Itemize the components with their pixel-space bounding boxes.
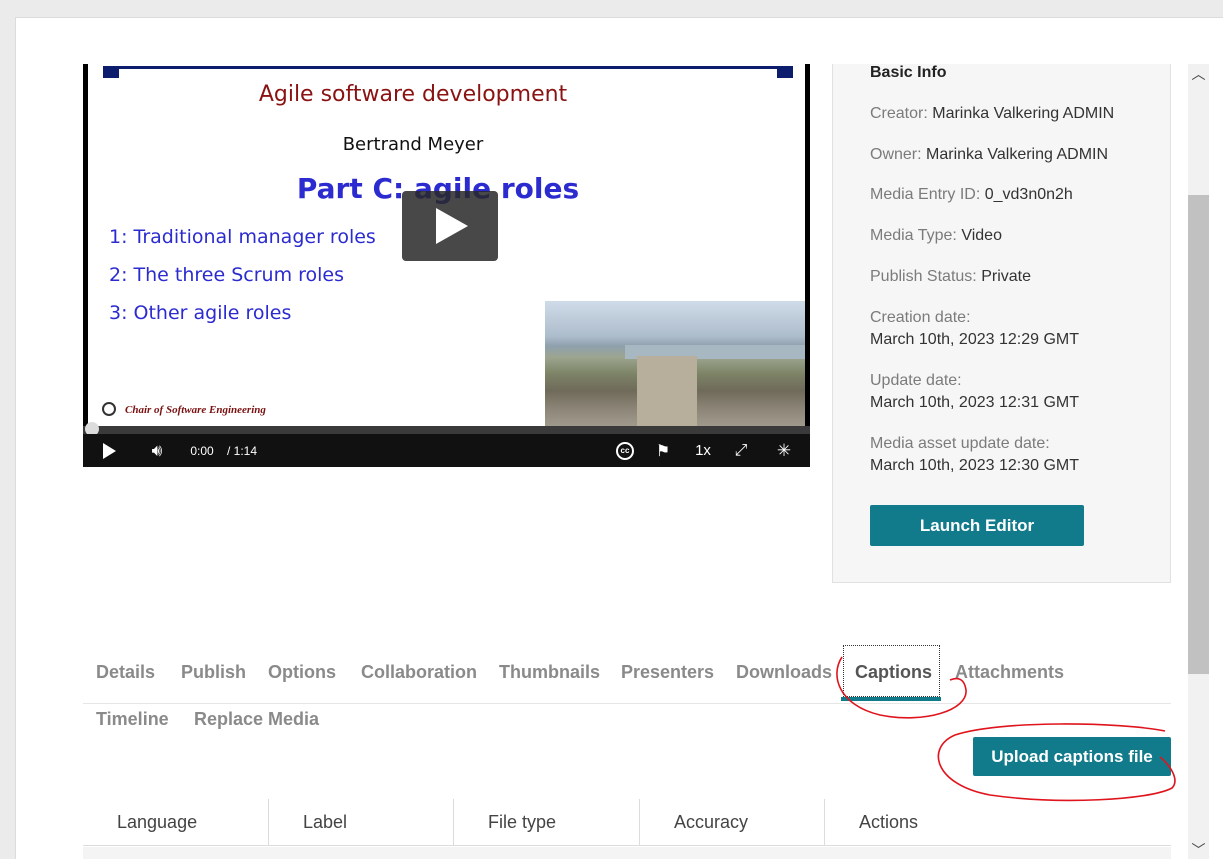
entry-id-key: Media Entry ID:	[870, 186, 981, 203]
kaltura-logo[interactable]: ✳	[773, 434, 795, 467]
update-date-row: Update date: March 10th, 2023 12:31 GMT	[870, 370, 1079, 414]
chair-logo-icon	[102, 402, 116, 416]
fullscreen-button[interactable]: ⤢	[731, 434, 751, 467]
scrollbar[interactable]: ︿ ﹀	[1188, 64, 1209, 859]
scroll-up-icon[interactable]: ︿	[1188, 64, 1209, 84]
slide-item: 2: The three Scrum roles	[109, 264, 345, 286]
asset-update-date-row: Media asset update date: March 10th, 2023…	[870, 433, 1079, 477]
slide-author: Bertrand Meyer	[342, 134, 484, 155]
tab-timeline[interactable]: Timeline	[96, 709, 169, 730]
media-type-key: Media Type:	[870, 227, 957, 244]
kaltura-logo-icon: ✳	[776, 440, 792, 460]
creator-row: Creator: Marinka Valkering ADMIN	[870, 103, 1114, 125]
big-play-button[interactable]	[402, 191, 498, 261]
owner-key: Owner:	[870, 146, 922, 163]
publish-status-key: Publish Status:	[870, 268, 977, 285]
flag-icon: ⚑	[655, 442, 671, 460]
tab-attachments[interactable]: Attachments	[955, 662, 1064, 683]
page: Agile software development Bertrand Meye…	[15, 17, 1223, 859]
entry-id-value: 0_vd3n0n2h	[984, 186, 1073, 203]
slide-item: 1: Traditional manager roles	[109, 226, 376, 248]
column-label[interactable]: Label	[269, 799, 454, 846]
tab-publish[interactable]: Publish	[181, 662, 246, 683]
play-icon	[436, 208, 468, 244]
media-type-row: Media Type: Video	[870, 225, 1002, 247]
update-date-value: March 10th, 2023 12:31 GMT	[870, 394, 1079, 411]
asset-update-date-value: March 10th, 2023 12:30 GMT	[870, 457, 1079, 474]
photo-building	[637, 356, 697, 426]
speaker-icon: 🔊︎	[151, 440, 163, 460]
slide-footer: Chair of Software Engineering	[125, 404, 266, 416]
tab-focus-outline	[843, 645, 940, 697]
creation-date-key: Creation date:	[870, 309, 971, 326]
tab-presenters[interactable]: Presenters	[621, 662, 714, 683]
play-icon	[102, 442, 116, 459]
cc-icon: cc	[616, 441, 634, 460]
basic-info-heading: Basic Info	[870, 64, 947, 81]
scroll-down-icon[interactable]: ﹀	[1188, 840, 1209, 859]
tab-replace-media[interactable]: Replace Media	[194, 709, 319, 730]
creation-date-value: March 10th, 2023 12:29 GMT	[870, 331, 1079, 348]
tabs-divider	[83, 703, 1171, 704]
tab-collaboration[interactable]: Collaboration	[361, 662, 477, 683]
owner-value: Marinka Valkering ADMIN	[926, 146, 1109, 163]
captions-button[interactable]: cc	[615, 434, 635, 467]
owner-row: Owner: Marinka Valkering ADMIN	[870, 144, 1108, 166]
table-row	[83, 847, 1171, 859]
speed-button[interactable]: 1x	[690, 434, 716, 467]
progress-bar[interactable]	[83, 422, 810, 436]
captions-table-header: Language Label File type Accuracy Action…	[83, 799, 1171, 846]
duration: / 1:14	[226, 443, 258, 458]
creation-date-row: Creation date: March 10th, 2023 12:29 GMT	[870, 307, 1079, 351]
current-time: 0:00	[190, 443, 214, 458]
slide-title: Agile software development	[258, 82, 568, 107]
video-player[interactable]: Agile software development Bertrand Meye…	[83, 64, 810, 467]
publish-status-value: Private	[981, 268, 1031, 285]
active-tab-indicator	[841, 697, 941, 701]
creator-key: Creator:	[870, 105, 928, 122]
control-bar: 🔊︎ 0:00 / 1:14 cc ⚑ 1x ⤢ ✳	[83, 434, 810, 467]
play-button[interactable]	[99, 434, 119, 467]
update-date-key: Update date:	[870, 372, 962, 389]
report-button[interactable]: ⚑	[653, 434, 673, 467]
upload-captions-button[interactable]: Upload captions file	[973, 737, 1171, 776]
basic-info-panel: Basic Info Creator: Marinka Valkering AD…	[832, 64, 1171, 583]
volume-button[interactable]: 🔊︎	[145, 434, 169, 467]
column-language[interactable]: Language	[83, 799, 269, 846]
slide-photo	[545, 301, 805, 426]
slide-item: 3: Other agile roles	[109, 302, 292, 324]
media-type-value: Video	[961, 227, 1002, 244]
tab-thumbnails[interactable]: Thumbnails	[499, 662, 600, 683]
tab-details[interactable]: Details	[96, 662, 155, 683]
column-file-type[interactable]: File type	[454, 799, 640, 846]
tab-downloads[interactable]: Downloads	[736, 662, 832, 683]
entry-id-row: Media Entry ID: 0_vd3n0n2h	[870, 184, 1073, 206]
publish-status-row: Publish Status: Private	[870, 266, 1031, 288]
tab-options[interactable]: Options	[268, 662, 336, 683]
column-accuracy[interactable]: Accuracy	[640, 799, 825, 846]
slide-corner-left	[103, 66, 119, 78]
asset-update-date-key: Media asset update date:	[870, 435, 1050, 452]
expand-icon: ⤢	[734, 441, 748, 459]
slide-corner-right	[777, 66, 793, 78]
scrollbar-thumb[interactable]	[1188, 195, 1209, 674]
column-actions: Actions	[859, 812, 919, 832]
creator-value: Marinka Valkering ADMIN	[932, 105, 1115, 122]
slide-top-bar	[103, 66, 793, 69]
launch-editor-button[interactable]: Launch Editor	[870, 505, 1084, 546]
